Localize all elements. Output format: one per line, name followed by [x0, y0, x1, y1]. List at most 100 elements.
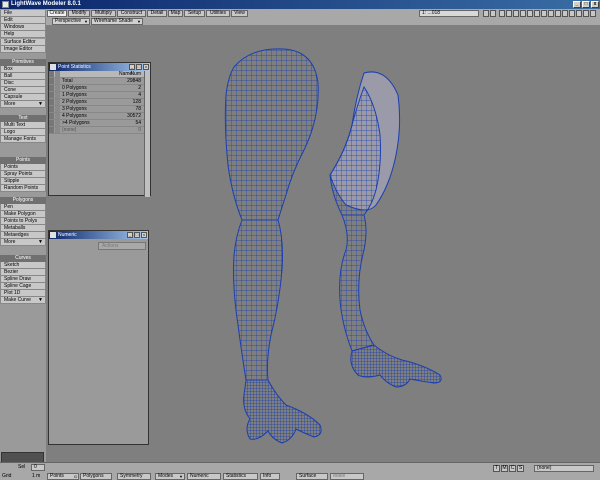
- layer-selector[interactable]: 1: ...018: [419, 10, 479, 17]
- tab-multiply[interactable]: Multiply: [91, 10, 116, 17]
- tool-random-points[interactable]: Random Points: [0, 185, 46, 192]
- image-editor-button[interactable]: Image Editor: [0, 46, 46, 53]
- select-plus-button[interactable]: [49, 92, 54, 98]
- tool-points-to-polys[interactable]: Points to Polys: [0, 218, 46, 225]
- select-plus-button[interactable]: [49, 113, 54, 119]
- tool-capsule[interactable]: Capsule: [0, 94, 46, 101]
- tab-create[interactable]: Create: [47, 10, 67, 17]
- select-minus-button[interactable]: [55, 120, 60, 126]
- select-minus-button[interactable]: [55, 127, 60, 133]
- tool-bezier[interactable]: Bezier: [0, 269, 46, 276]
- layer-slot[interactable]: [562, 10, 568, 17]
- select-minus-button[interactable]: [55, 106, 60, 112]
- numeric-button[interactable]: Numeric: [187, 473, 221, 480]
- table-row[interactable]: 1 Polygons 4: [49, 92, 150, 99]
- tab-utilities[interactable]: Utilities: [206, 10, 230, 17]
- panel-scrollbar[interactable]: [144, 71, 150, 197]
- tool-manage-fonts[interactable]: Manage Fonts: [0, 136, 46, 143]
- menu-file[interactable]: File: [0, 10, 46, 17]
- tool-points[interactable]: Points: [0, 164, 46, 171]
- tab-detail[interactable]: Detail: [147, 10, 167, 17]
- numeric-actions-select[interactable]: Actions: [98, 242, 146, 250]
- select-minus-button[interactable]: [55, 99, 60, 105]
- tool-spray-points[interactable]: Spray Points: [0, 171, 46, 178]
- tab-construct[interactable]: Construct: [117, 10, 146, 17]
- make-button[interactable]: Make: [330, 473, 364, 480]
- layer-slot[interactable]: [520, 10, 526, 17]
- surface-button[interactable]: Surface: [296, 473, 328, 480]
- tool-logo[interactable]: Logo: [0, 129, 46, 136]
- table-row[interactable]: 0 Polygons 2: [49, 85, 150, 92]
- layer-slot[interactable]: [499, 10, 505, 17]
- points-mode-button[interactable]: Points G: [47, 473, 79, 480]
- tab-map[interactable]: Map: [168, 10, 183, 17]
- layer-arrow-button[interactable]: [483, 10, 489, 17]
- toggle-t-button[interactable]: T: [493, 465, 500, 472]
- maximize-button[interactable]: □: [136, 64, 142, 70]
- select-plus-button[interactable]: [49, 85, 54, 91]
- menu-edit[interactable]: Edit: [0, 17, 46, 24]
- table-row[interactable]: Total 29848: [49, 78, 150, 85]
- more-polygons-button[interactable]: More ▼: [0, 239, 46, 246]
- tool-cone[interactable]: Cone: [0, 87, 46, 94]
- perspective-viewport[interactable]: Point Statistics _ □ x Name Num Total 298…: [46, 25, 600, 462]
- tool-multi-text[interactable]: Multi Text: [0, 122, 46, 129]
- select-plus-button[interactable]: [49, 106, 54, 112]
- layer-slot[interactable]: [590, 10, 596, 17]
- shade-mode-select[interactable]: Wireframe Shade ▼: [91, 18, 143, 25]
- tool-make-polygon[interactable]: Make Polygon: [0, 211, 46, 218]
- table-row[interactable]: 2 Polygons 128: [49, 99, 150, 106]
- surface-editor-button[interactable]: Surface Editor: [0, 39, 46, 46]
- close-button[interactable]: x: [591, 1, 599, 8]
- layer-slot[interactable]: [513, 10, 519, 17]
- point-statistics-panel[interactable]: Point Statistics _ □ x Name Num Total 298…: [48, 62, 151, 197]
- select-plus-button[interactable]: [49, 99, 54, 105]
- tool-ball[interactable]: Ball: [0, 73, 46, 80]
- close-button[interactable]: x: [141, 232, 147, 238]
- layer-slot[interactable]: [548, 10, 554, 17]
- symmetry-toggle[interactable]: Symmetry: [117, 473, 151, 480]
- layer-slot[interactable]: [583, 10, 589, 17]
- view-type-select[interactable]: Perspective ▼: [52, 18, 90, 25]
- more-primitives-button[interactable]: More ▼: [0, 101, 46, 108]
- panel-titlebar[interactable]: Point Statistics _ □ x: [49, 63, 150, 71]
- table-row[interactable]: (none) 0: [49, 127, 150, 134]
- table-row[interactable]: 4 Polygons 30572: [49, 113, 150, 120]
- tab-view[interactable]: View: [231, 10, 248, 17]
- layer-slot[interactable]: [534, 10, 540, 17]
- maximize-button[interactable]: □: [134, 232, 140, 238]
- polygons-mode-button[interactable]: Polygons: [80, 473, 112, 480]
- tool-disc[interactable]: Disc: [0, 80, 46, 87]
- table-row[interactable]: 3 Polygons 78: [49, 106, 150, 113]
- layer-slot[interactable]: [506, 10, 512, 17]
- minimize-button[interactable]: _: [129, 64, 135, 70]
- tool-stipple[interactable]: Stipple: [0, 178, 46, 185]
- maximize-button[interactable]: □: [582, 1, 590, 8]
- tool-sketch[interactable]: Sketch: [0, 262, 46, 269]
- table-row[interactable]: >4 Polygons 54: [49, 120, 150, 127]
- info-button[interactable]: Info: [260, 473, 280, 480]
- vertex-map-select[interactable]: (none): [534, 465, 594, 472]
- minimize-button[interactable]: _: [127, 232, 133, 238]
- more-curves-button[interactable]: Make Curve ▼: [0, 297, 46, 304]
- close-button[interactable]: x: [143, 64, 149, 70]
- select-plus-button[interactable]: [49, 120, 54, 126]
- menu-windows[interactable]: Windows: [0, 24, 46, 31]
- tool-pen[interactable]: Pen: [0, 204, 46, 211]
- select-plus-button[interactable]: [49, 78, 54, 84]
- modes-select[interactable]: Modes ▼: [155, 473, 185, 480]
- tool-spline-cage[interactable]: Spline Cage: [0, 283, 46, 290]
- select-plus-button[interactable]: [49, 127, 54, 133]
- select-minus-button[interactable]: [55, 85, 60, 91]
- layer-slot[interactable]: [541, 10, 547, 17]
- panel-titlebar[interactable]: Numeric _ □ x: [49, 231, 148, 239]
- minimize-button[interactable]: _: [573, 1, 581, 8]
- tool-plot-1d[interactable]: Plot 1D: [0, 290, 46, 297]
- layer-slot[interactable]: [555, 10, 561, 17]
- tool-box[interactable]: Box: [0, 66, 46, 73]
- select-minus-button[interactable]: [55, 92, 60, 98]
- select-minus-button[interactable]: [55, 113, 60, 119]
- toggle-c-button[interactable]: C: [509, 465, 516, 472]
- statistics-button[interactable]: Statistics: [223, 473, 258, 480]
- tool-spline-draw[interactable]: Spline Draw: [0, 276, 46, 283]
